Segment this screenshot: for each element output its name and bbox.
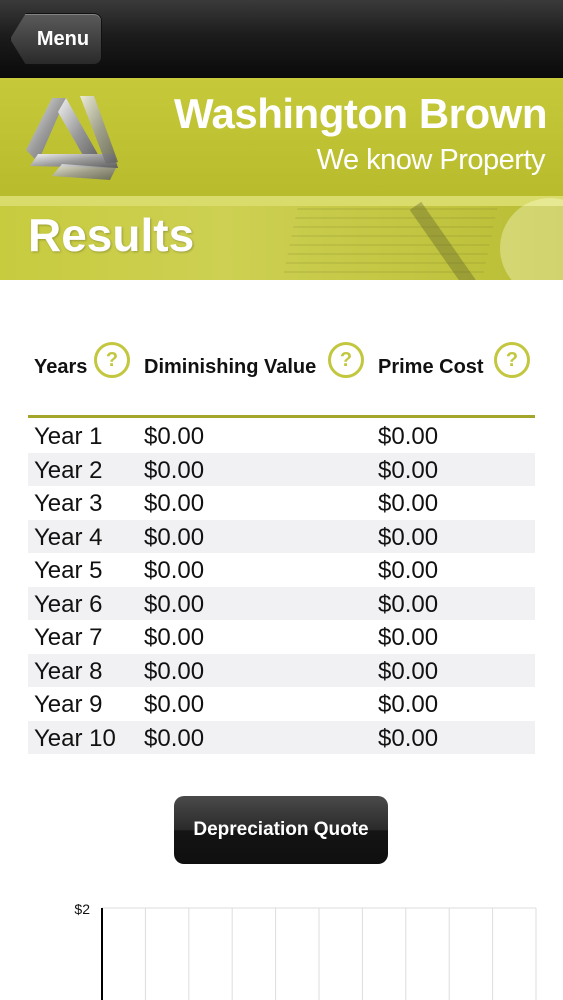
cell-year: Year 9 <box>34 691 103 718</box>
y-tick-label: $2 <box>74 901 90 917</box>
cell-prime: $0.00 <box>378 456 439 484</box>
cell-prime: $0.00 <box>378 490 439 517</box>
cell-prime: $0.00 <box>378 657 439 685</box>
chart-grid <box>102 907 537 1000</box>
table-row: Year 9 $0.00 $0.00 <box>28 687 535 721</box>
table-row: Year 3 $0.00 $0.00 <box>28 486 535 520</box>
table-row: Year 7 $0.00 $0.00 <box>28 620 535 654</box>
cell-diminishing: $0.00 <box>144 724 205 752</box>
cell-diminishing: $0.00 <box>144 557 205 584</box>
washington-brown-logo-icon <box>26 96 118 180</box>
cell-year: Year 5 <box>34 557 103 584</box>
table-row: Year 6 $0.00 $0.00 <box>28 586 535 620</box>
cell-prime: $0.00 <box>378 691 439 718</box>
cell-year: Year 6 <box>34 590 103 618</box>
table-row: Year 8 $0.00 $0.00 <box>28 653 535 687</box>
brand-tagline: We know Property <box>316 144 546 176</box>
page-title: Results <box>28 209 195 261</box>
cell-diminishing: $0.00 <box>144 456 205 484</box>
brand-title: Washington Brown <box>173 90 548 137</box>
nav-bar: Menu <box>0 0 563 78</box>
menu-back-button[interactable]: Menu <box>10 13 102 65</box>
table-row: Year 10 $0.00 $0.00 <box>28 720 535 754</box>
cell-diminishing: $0.00 <box>144 657 205 685</box>
table-row: Year 5 $0.00 $0.00 <box>28 553 535 587</box>
cell-diminishing: $0.00 <box>144 590 205 618</box>
table-header: Years ? Diminishing Value ? Prime Cost ? <box>28 336 535 418</box>
results-table: Year 1 $0.00 $0.00 Year 2 $0.00 $0.00 Year 3… <box>28 419 535 754</box>
cell-year: Year 8 <box>34 657 103 685</box>
cell-diminishing: $0.00 <box>144 624 205 651</box>
table-row: Year 4 $0.00 $0.00 <box>28 519 535 553</box>
cell-diminishing: $0.00 <box>144 490 205 517</box>
header-prime-cost: Prime Cost <box>378 356 484 378</box>
prime-cost-help-icon[interactable]: ? <box>494 342 530 378</box>
cell-prime: $0.00 <box>378 523 439 551</box>
cell-prime: $0.00 <box>378 624 439 651</box>
cell-prime: $0.00 <box>378 423 439 450</box>
cell-year: Year 3 <box>34 490 103 517</box>
cell-year: Year 1 <box>34 423 103 450</box>
diminishing-value-help-icon[interactable]: ? <box>328 342 364 378</box>
cell-year: Year 2 <box>34 456 103 484</box>
years-help-icon[interactable]: ? <box>94 342 130 378</box>
depreciation-quote-button[interactable]: Depreciation Quote <box>174 796 388 864</box>
table-row: Year 1 $0.00 $0.00 <box>28 419 535 453</box>
cell-prime: $0.00 <box>378 590 439 618</box>
table-row: Year 2 $0.00 $0.00 <box>28 452 535 486</box>
cell-diminishing: $0.00 <box>144 523 205 551</box>
cell-year: Year 4 <box>34 523 103 551</box>
banner-circle-image <box>500 198 563 280</box>
cell-prime: $0.00 <box>378 724 439 752</box>
cell-diminishing: $0.00 <box>144 691 205 718</box>
cell-prime: $0.00 <box>378 557 439 584</box>
depreciation-chart: $2 <box>74 901 537 1000</box>
cell-diminishing: $0.00 <box>144 423 205 450</box>
header-diminishing-value: Diminishing Value <box>144 356 317 378</box>
cell-year: Year 7 <box>34 624 103 651</box>
header-years: Years <box>34 356 88 378</box>
cell-year: Year 10 <box>34 724 116 752</box>
